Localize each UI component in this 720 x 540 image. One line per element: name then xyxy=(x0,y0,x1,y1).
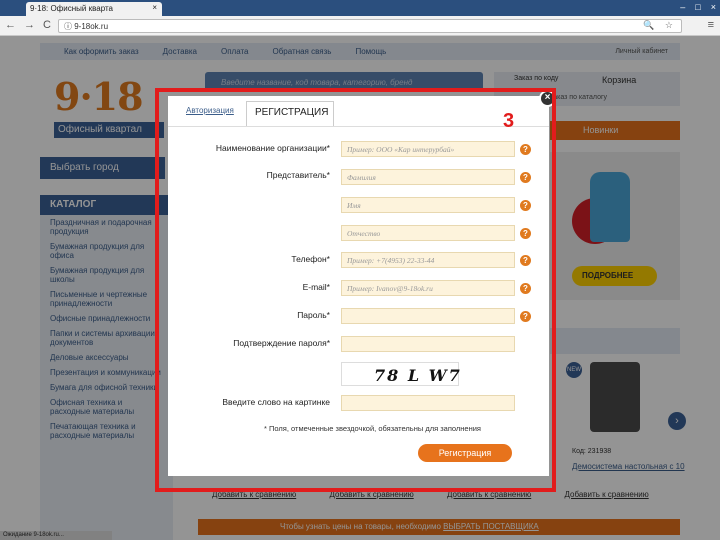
reload-icon[interactable]: C xyxy=(43,19,51,31)
back-icon[interactable]: ← xyxy=(5,19,16,31)
browser-menu-icon[interactable]: ≡ xyxy=(708,19,714,31)
browser-tab[interactable]: 9·18: Офисный кварта × xyxy=(26,2,162,16)
annotation-frame xyxy=(155,88,556,492)
step-number: 3 xyxy=(503,110,515,132)
window-close-icon[interactable]: × xyxy=(711,0,716,14)
window-titlebar: 9·18: Офисный кварта × – □ × xyxy=(0,0,720,16)
forward-icon[interactable]: → xyxy=(24,19,35,31)
url-input[interactable]: ⓘ 9-18ok.ru 🔍 ☆ xyxy=(58,19,682,33)
url-text: ⓘ 9-18ok.ru xyxy=(64,22,109,31)
url-actions-icon[interactable]: 🔍 ☆ xyxy=(643,20,677,31)
maximize-icon[interactable]: □ xyxy=(695,0,700,14)
minimize-icon[interactable]: – xyxy=(680,0,685,14)
window-controls: – □ × xyxy=(680,0,716,14)
address-bar: ← → C ⓘ 9-18ok.ru 🔍 ☆ ≡ xyxy=(0,16,720,36)
nav-buttons: ← → C xyxy=(5,19,51,31)
tab-close-icon[interactable]: × xyxy=(152,3,157,12)
tab-title: 9·18: Офисный кварта xyxy=(30,4,113,13)
